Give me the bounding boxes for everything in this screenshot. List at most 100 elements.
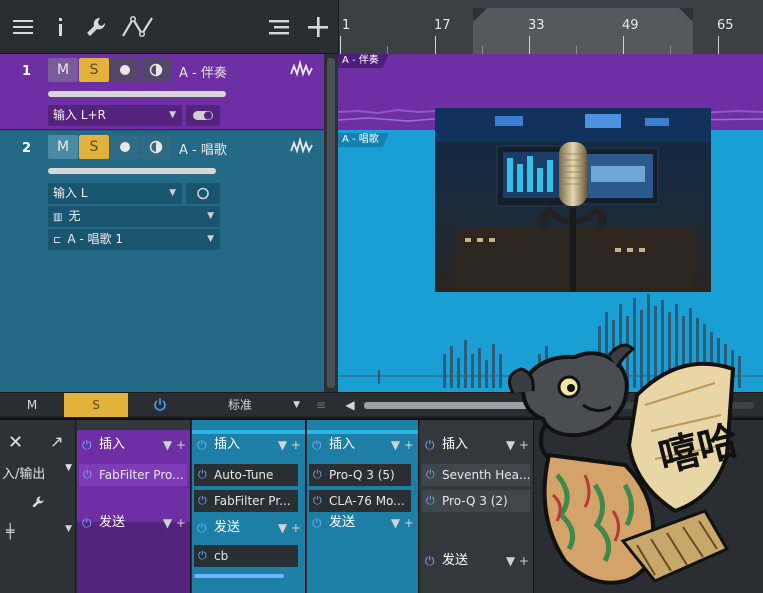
output-select-value: 无 xyxy=(68,209,81,223)
input-monitor-toggle[interactable] xyxy=(186,105,220,126)
power-icon[interactable]: ⏻ xyxy=(198,545,207,567)
insert-name: Auto-Tune xyxy=(214,468,274,482)
mixer-left-column: ✕ ↗ 入/输出 ▼ ╪ ▼ xyxy=(0,420,76,593)
view-mode-select[interactable]: 标准 ▼ xyxy=(192,393,308,417)
instrument-select[interactable]: ⊏ A - 唱歌 1 ▼ xyxy=(48,229,220,250)
global-solo-button[interactable]: S xyxy=(64,393,128,417)
volume-slider[interactable] xyxy=(48,91,226,97)
record-arm-button[interactable] xyxy=(110,135,140,159)
grip-icon[interactable]: ≡ xyxy=(314,393,328,417)
add-send-icon[interactable]: ▼ + xyxy=(163,512,186,534)
close-icon[interactable]: ✕ xyxy=(8,432,23,453)
insert-slot[interactable]: ⏻ Pro-Q 3 (5) xyxy=(309,464,411,486)
loop-start-marker[interactable] xyxy=(473,8,487,22)
send-header[interactable]: ⏻ 发送 ▼ + xyxy=(307,512,418,534)
scroll-left-icon[interactable]: ◀ xyxy=(340,393,360,417)
input-select-value: 输入 L xyxy=(53,186,88,200)
power-icon[interactable]: ⏻ xyxy=(198,464,207,486)
insert-header[interactable]: ⏻ 插入 ▼ + xyxy=(77,434,190,456)
power-icon[interactable]: ⏻ xyxy=(197,434,207,456)
global-mute-button[interactable]: M xyxy=(0,393,64,417)
input-select-value: 输入 L+R xyxy=(53,108,106,122)
output-select[interactable]: ▥ 无 ▼ xyxy=(48,206,220,227)
input-monitor-toggle[interactable] xyxy=(186,183,220,204)
mute-button[interactable]: M xyxy=(48,135,78,159)
insert-slot[interactable]: ⏻ FabFilter Pro... xyxy=(79,464,187,486)
mixer-channel-1: ⏻ 插入 ▼ + ⏻ FabFilter Pro... ⏻ 发送 ▼ + xyxy=(77,420,191,593)
send-level-slider[interactable] xyxy=(194,574,284,578)
monitor-button[interactable] xyxy=(141,58,171,82)
insert-name: Pro-Q 3 (2) xyxy=(442,494,508,508)
add-insert-icon[interactable]: ▼ + xyxy=(163,434,186,456)
add-send-icon[interactable]: ▼ + xyxy=(391,512,414,534)
track-name[interactable]: A - 唱歌 xyxy=(179,139,227,158)
power-icon[interactable]: ⏻ xyxy=(198,490,207,512)
solo-button[interactable]: S xyxy=(79,58,109,82)
power-icon[interactable]: ⏻ xyxy=(426,464,435,486)
volume-slider[interactable] xyxy=(48,168,216,174)
add-insert-icon[interactable]: ▼ + xyxy=(391,434,414,456)
ruler-tick xyxy=(623,36,624,54)
input-select[interactable]: 输入 L ▼ xyxy=(48,183,182,204)
insert-label: 插入 xyxy=(442,437,469,452)
timeline-ruler[interactable]: 1 17 33 49 65 xyxy=(338,0,763,54)
insert-slot[interactable]: ⏻ CLA-76 Mo... xyxy=(309,490,411,512)
power-icon[interactable]: ⏻ xyxy=(425,434,435,456)
send-header[interactable]: ⏻ 发送 ▼ + xyxy=(192,517,305,539)
insert-slot[interactable]: ⏻ Auto-Tune xyxy=(194,464,298,486)
insert-header[interactable]: ⏻ 插入 ▼ + xyxy=(192,434,305,456)
insert-header[interactable]: ⏻ 插入 ▼ + xyxy=(307,434,418,456)
wrench-icon[interactable] xyxy=(83,14,109,40)
insert-label: 插入 xyxy=(99,437,126,452)
expand-icon[interactable]: ↗ xyxy=(50,432,63,451)
ruler-mark: 65 xyxy=(717,18,734,33)
add-send-icon[interactable]: ▼ + xyxy=(278,517,301,539)
loop-range[interactable] xyxy=(473,8,693,54)
track-name[interactable]: A - 伴奏 xyxy=(179,62,227,81)
waveform-icon[interactable] xyxy=(290,136,314,159)
routing-icon: ⊏ xyxy=(53,235,62,246)
add-insert-icon[interactable]: ▼ + xyxy=(278,434,301,456)
wrench-icon[interactable] xyxy=(30,494,46,514)
track-2-header[interactable]: 2 M S A - 唱歌 输入 L ▼ ▥ 无 ▼ ⊏ A - 唱歌 1 ▼ xyxy=(0,131,338,392)
track-list: 1 M S A - 伴奏 输入 L+R ▼ 2 M S A - 唱歌 输入 L … xyxy=(0,54,338,392)
menu-icon[interactable] xyxy=(10,14,36,40)
add-icon[interactable] xyxy=(305,14,331,40)
solo-button[interactable]: S xyxy=(79,135,109,159)
io-select[interactable]: 入/输出 ▼ xyxy=(2,463,72,482)
insert-slot[interactable]: ⏻ FabFilter Pr... xyxy=(194,490,298,512)
track-list-scrollbar[interactable] xyxy=(324,54,338,392)
power-icon[interactable]: ⏻ xyxy=(82,512,92,534)
monitor-button[interactable] xyxy=(141,135,171,159)
power-icon[interactable]: ⏻ xyxy=(83,464,92,486)
channel-mode-select[interactable]: ╪ ▼ xyxy=(6,524,72,540)
automation-icon[interactable] xyxy=(120,14,156,40)
send-slot[interactable]: ⏻ cb xyxy=(194,545,298,567)
power-icon[interactable]: ⏻ xyxy=(82,434,92,456)
view-mode-value: 标准 xyxy=(228,398,253,412)
send-header[interactable]: ⏻ 发送 ▼ + xyxy=(77,512,190,534)
power-icon[interactable]: ⏻ xyxy=(313,490,322,512)
power-icon[interactable]: ⏻ xyxy=(312,512,322,534)
output-icon: ▥ xyxy=(53,212,63,223)
ruler-tick xyxy=(529,36,530,54)
send-label: 发送 xyxy=(99,515,126,530)
ruler-tick xyxy=(435,36,436,54)
waveform-icon[interactable] xyxy=(290,59,314,82)
power-icon[interactable]: ⏻ xyxy=(426,490,435,512)
mute-button[interactable]: M xyxy=(48,58,78,82)
list-icon[interactable] xyxy=(266,14,292,40)
chevron-down-icon: ▼ xyxy=(169,110,176,120)
power-icon[interactable]: ⏻ xyxy=(313,464,322,486)
power-icon[interactable]: ⏻ xyxy=(312,434,322,456)
info-icon[interactable] xyxy=(48,14,74,40)
input-select[interactable]: 输入 L+R ▼ xyxy=(48,105,182,126)
track-1-header[interactable]: 1 M S A - 伴奏 输入 L+R ▼ xyxy=(0,54,338,130)
top-toolbar xyxy=(0,0,338,54)
power-icon[interactable] xyxy=(128,393,192,417)
power-icon[interactable]: ⏻ xyxy=(197,517,207,539)
loop-end-marker[interactable] xyxy=(679,8,693,22)
record-arm-button[interactable] xyxy=(110,58,140,82)
power-icon[interactable]: ⏻ xyxy=(425,550,435,572)
chevron-down-icon: ▼ xyxy=(65,524,72,534)
